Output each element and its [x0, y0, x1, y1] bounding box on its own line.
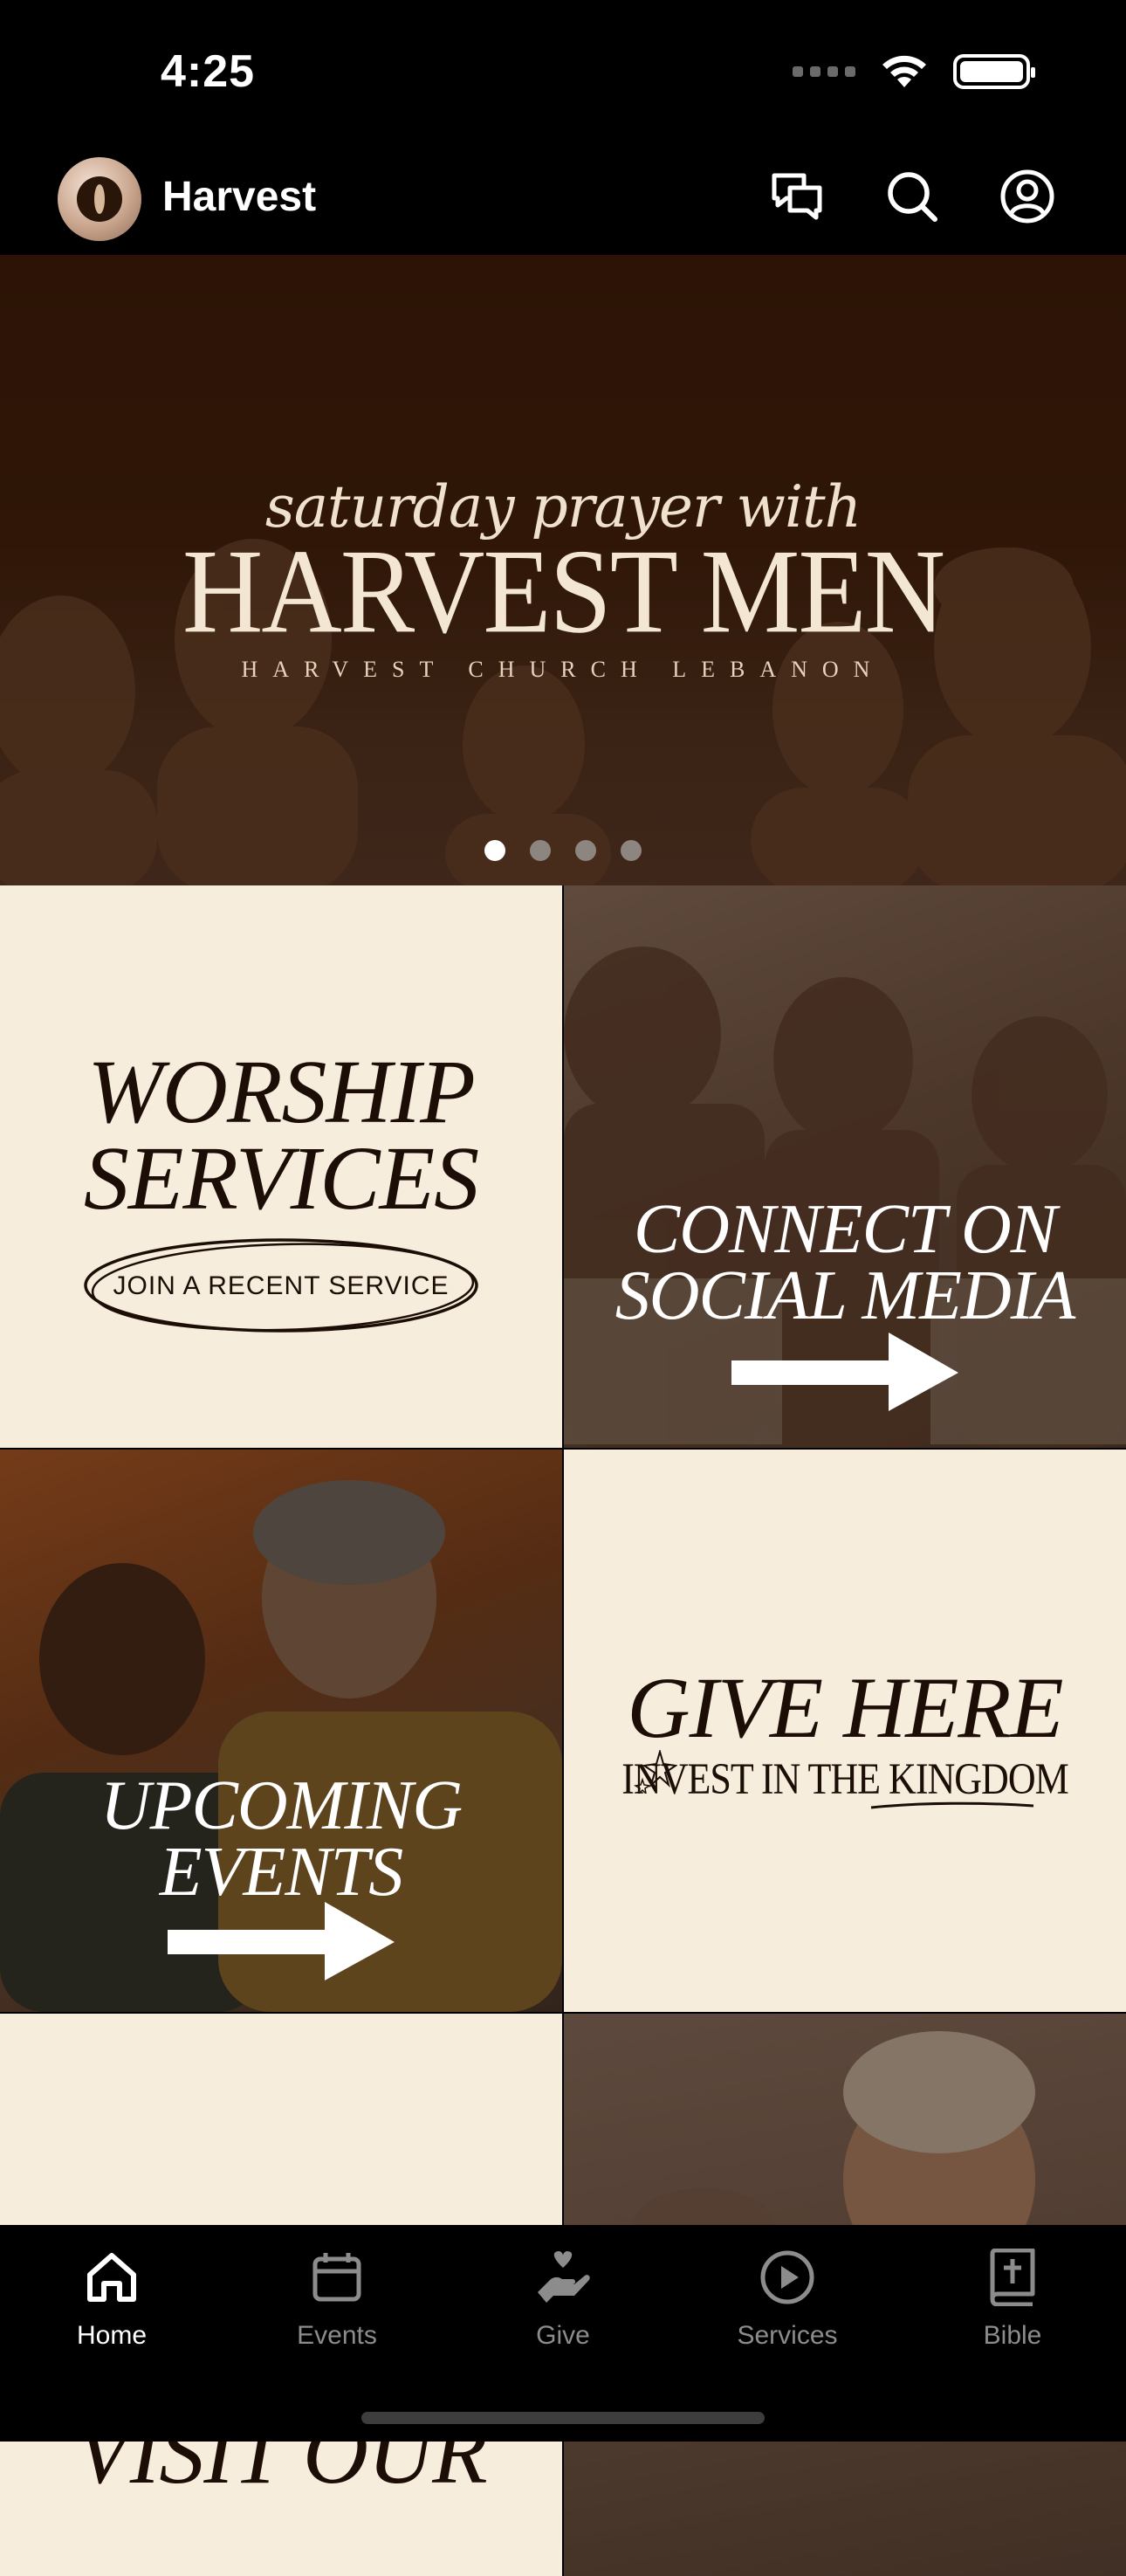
tab-home-label: Home — [76, 2321, 148, 2350]
pagination-dot-2[interactable] — [530, 840, 551, 861]
give-here-subtitle: INVEST IN THE KINGDOM — [621, 1754, 1068, 1804]
pagination-dot-4[interactable] — [621, 840, 642, 861]
tab-bar: Home Events Give Services Bible — [0, 2225, 1126, 2442]
carousel-pagination — [0, 840, 1126, 861]
give-here-tile[interactable]: GIVE HERE INVEST IN THE KINGDOM — [564, 1450, 1126, 2012]
give-icon — [538, 2251, 590, 2303]
pagination-dot-3[interactable] — [575, 840, 596, 861]
tab-give-label: Give — [536, 2321, 590, 2350]
pagination-dot-1[interactable] — [484, 840, 505, 861]
join-recent-service-label: JOIN A RECENT SERVICE — [113, 1271, 450, 1300]
join-recent-service-button[interactable]: JOIN A RECENT SERVICE — [80, 1235, 482, 1338]
arrow-right-icon — [168, 1902, 395, 1980]
underline-decoration — [870, 1801, 1034, 1809]
tab-events-label: Events — [297, 2321, 377, 2350]
wifi-icon — [882, 55, 926, 87]
upcoming-events-tile[interactable]: UPCOMING EVENTS — [0, 1450, 562, 2012]
tab-events[interactable]: Events — [250, 2242, 424, 2351]
app-header: Harvest — [0, 148, 1126, 255]
calendar-icon — [312, 2253, 361, 2302]
worship-services-title: WORSHIP SERVICES — [83, 1042, 479, 1229]
user-circle-icon — [1000, 169, 1054, 224]
battery-icon — [953, 54, 1035, 89]
tab-home[interactable]: Home — [24, 2242, 199, 2351]
arrow-right-icon — [731, 1333, 958, 1411]
bible-icon — [990, 2249, 1035, 2306]
social-media-title: CONNECT ON SOCIAL MEDIA — [614, 1191, 1075, 1334]
app-title: Harvest — [162, 174, 317, 220]
play-icon — [760, 2250, 814, 2304]
home-icon — [87, 2253, 136, 2302]
give-here-title: GIVE HERE — [627, 1659, 1063, 1756]
tab-services-label: Services — [737, 2321, 838, 2350]
tab-bible-label: Bible — [983, 2321, 1042, 2350]
status-indicators — [793, 52, 1035, 91]
worship-services-tile[interactable]: WORSHIP SERVICES JOIN A RECENT SERVICE — [0, 885, 562, 1448]
tab-give[interactable]: Give — [476, 2242, 650, 2351]
hero-carousel[interactable]: saturday prayer with HARVEST MEN HARVEST… — [0, 255, 1126, 885]
cellular-signal-icon — [793, 66, 855, 77]
messages-button[interactable] — [768, 168, 826, 225]
tab-services[interactable]: Services — [700, 2242, 875, 2351]
upcoming-events-title: UPCOMING EVENTS — [100, 1767, 463, 1911]
search-button[interactable] — [883, 168, 941, 225]
social-media-tile[interactable]: CONNECT ON SOCIAL MEDIA — [564, 885, 1126, 1448]
profile-button[interactable] — [999, 168, 1056, 225]
tab-bible[interactable]: Bible — [925, 2242, 1100, 2351]
church-logo[interactable] — [58, 157, 141, 241]
home-indicator[interactable] — [361, 2412, 765, 2424]
search-icon — [888, 172, 937, 222]
hero-title: HARVEST MEN — [182, 524, 945, 658]
hero-subtitle: HARVEST CHURCH LEBANON — [241, 657, 885, 682]
status-time: 4:25 — [161, 46, 256, 97]
chat-bubbles-icon — [772, 173, 822, 220]
status-bar: 4:25 — [0, 0, 1126, 148]
